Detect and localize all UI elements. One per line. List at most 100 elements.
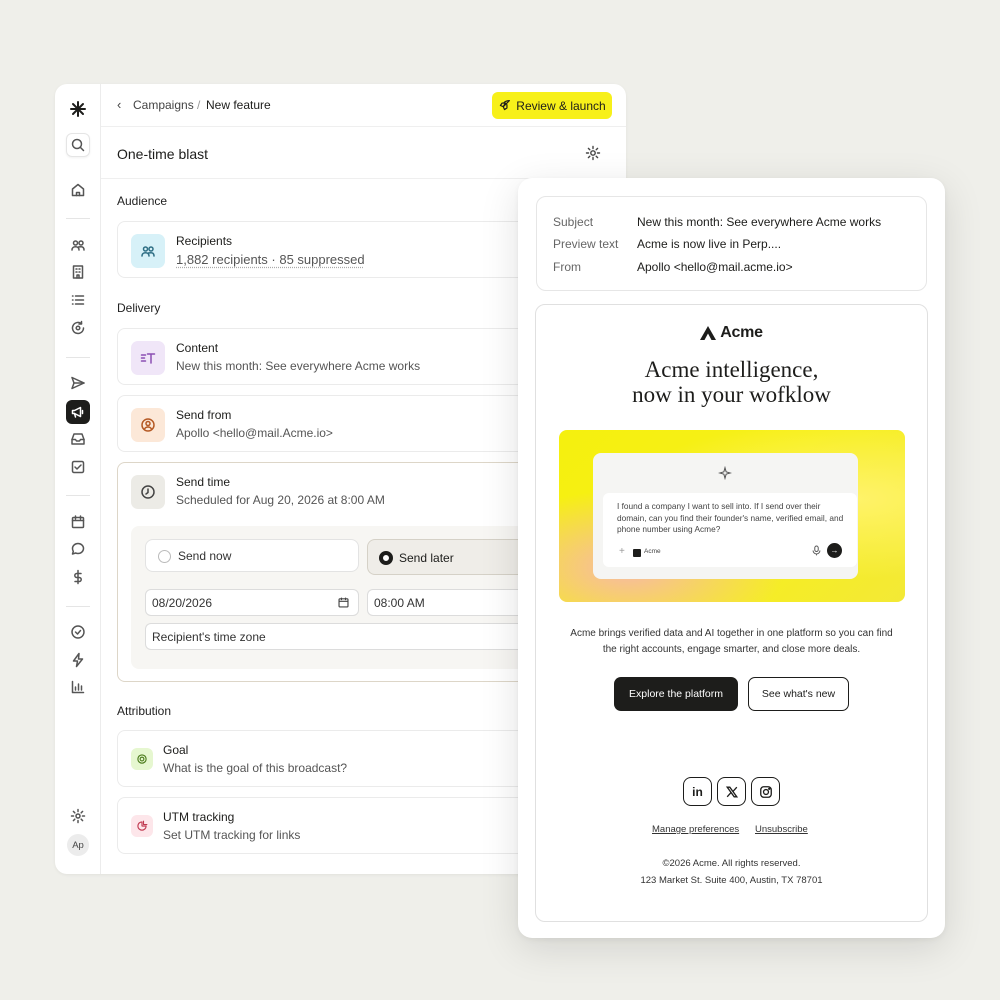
prompt-box: I found a company I want to sell into. I…: [603, 493, 857, 567]
list-icon[interactable]: [67, 289, 89, 311]
target-icon: [131, 748, 153, 770]
clock-icon: [131, 475, 165, 509]
delivery-heading: Delivery: [117, 301, 161, 315]
send-now-option[interactable]: Send now: [145, 539, 359, 572]
checklist-icon[interactable]: [67, 456, 89, 478]
attribution-heading: Attribution: [117, 704, 172, 718]
email-meta: Subject New this month: See everywhere A…: [536, 196, 927, 291]
campaign-title-bar: One-time blast: [101, 127, 626, 179]
headline-line-2: now in your wofklow: [632, 382, 831, 407]
time-value: 08:00 AM: [374, 596, 425, 610]
building-icon[interactable]: [67, 261, 89, 283]
explore-platform-button[interactable]: Explore the platform: [614, 677, 738, 711]
body-line-1: Acme brings verified data and AI togethe…: [570, 628, 893, 639]
prompt-text: I found a company I want to sell into. I…: [617, 501, 844, 534]
logo-asterisk-icon[interactable]: [67, 98, 89, 120]
utm-card[interactable]: UTM tracking Set UTM tracking for links: [117, 797, 577, 854]
audience-heading: Audience: [117, 194, 168, 208]
dollar-icon[interactable]: [67, 566, 89, 588]
send-later-radio[interactable]: [379, 551, 393, 565]
calendar-icon[interactable]: [337, 596, 350, 609]
acme-logo-icon: [700, 326, 717, 340]
rocket-icon: [500, 100, 511, 111]
prompt-chip: Acme: [644, 548, 661, 555]
send-time-value: Scheduled for Aug 20, 2026 at 8:00 AM: [176, 493, 385, 507]
campaign-title: One-time blast: [117, 146, 209, 162]
timezone-value: Recipient's time zone: [152, 630, 266, 644]
see-whats-new-button[interactable]: See what's new: [748, 677, 849, 711]
manage-preferences-link[interactable]: Manage preferences: [652, 824, 739, 835]
utm-value: Set UTM tracking for links: [163, 828, 301, 842]
search-icon[interactable]: [66, 133, 90, 157]
calendar-icon[interactable]: [67, 511, 89, 533]
content-card[interactable]: Content New this month: See everywhere A…: [117, 328, 577, 385]
send-icon[interactable]: [67, 372, 89, 394]
breadcrumb-current: New feature: [206, 98, 271, 112]
review-launch-label: Review & launch: [516, 98, 606, 113]
send-time-label: Send time: [176, 475, 231, 489]
send-from-value: Apollo <hello@mail.Acme.io>: [176, 426, 333, 440]
recipients-card[interactable]: Recipients 1,882 recipients · 85 suppres…: [117, 221, 577, 278]
address-text: 123 Market St. Suite 400, Austin, TX 787…: [640, 874, 823, 886]
subject-value: New this month: See everywhere Acme work…: [637, 215, 882, 229]
microphone-icon: [812, 545, 821, 556]
recipients-label: Recipients: [176, 234, 233, 248]
lightning-icon[interactable]: [67, 649, 89, 671]
plus-icon: +: [619, 546, 625, 557]
settings-gear-icon[interactable]: [585, 145, 603, 163]
send-now-label: Send now: [178, 549, 232, 563]
timezone-select[interactable]: Recipient's time zone: [145, 623, 576, 650]
chat-icon[interactable]: [67, 538, 89, 560]
brand-name: Acme: [720, 324, 763, 341]
email-footer: ©2026 Acme. All rights reserved. 123 Mar…: [536, 856, 927, 889]
top-bar: ‹ Campaigns / New feature Review & launc…: [101, 84, 626, 127]
from-label: From: [553, 260, 581, 274]
check-circle-icon[interactable]: [67, 621, 89, 643]
preview-text-value: Acme is now live in Perp....: [637, 237, 782, 251]
goal-card[interactable]: Goal What is the goal of this broadcast?: [117, 730, 577, 787]
x-twitter-icon[interactable]: [717, 777, 746, 806]
bar-chart-icon[interactable]: [67, 676, 89, 698]
sidebar: Ap: [55, 84, 101, 874]
refresh-search-icon[interactable]: [67, 317, 89, 339]
review-launch-button[interactable]: Review & launch: [492, 92, 612, 119]
people-icon[interactable]: [67, 234, 89, 256]
instagram-icon[interactable]: [751, 777, 780, 806]
preview-text-label: Preview text: [553, 237, 619, 251]
goal-input[interactable]: What is the goal of this broadcast?: [163, 761, 347, 775]
megaphone-icon[interactable]: [66, 400, 90, 424]
goal-label: Goal: [163, 743, 189, 757]
breadcrumb-parent[interactable]: Campaigns: [133, 98, 194, 112]
unsubscribe-link[interactable]: Unsubscribe: [755, 824, 808, 835]
send-from-label: Send from: [176, 408, 232, 422]
avatar[interactable]: Ap: [67, 834, 89, 856]
content-label: Content: [176, 341, 219, 355]
send-from-card[interactable]: Send from Apollo <hello@mail.Acme.io>: [117, 395, 577, 452]
send-now-radio[interactable]: [158, 550, 171, 563]
back-chevron-icon[interactable]: ‹: [117, 97, 121, 112]
from-value: Apollo <hello@mail.acme.io>: [637, 260, 793, 274]
brand-logo: Acme: [536, 324, 927, 342]
user-circle-icon: [131, 408, 165, 442]
gear-icon[interactable]: [67, 805, 89, 827]
acme-chip-icon: [633, 549, 641, 557]
sparkle-icon: [718, 466, 732, 480]
schedule-panel: Send now Send later 08/20/2026 08:00 AM …: [131, 526, 576, 669]
send-arrow-icon: →: [827, 543, 842, 558]
pie-icon: [131, 815, 153, 837]
ai-prompt-mockup: I found a company I want to sell into. I…: [593, 453, 858, 579]
email-body-text: Acme brings verified data and AI togethe…: [536, 626, 927, 657]
copyright-text: ©2026 Acme. All rights reserved.: [662, 858, 801, 869]
email-headline: Acme intelligence, now in your wofklow: [536, 357, 927, 407]
headline-line-1: Acme intelligence,: [644, 357, 819, 382]
email-body: Acme Acme intelligence, now in your wofk…: [535, 304, 928, 922]
inbox-icon[interactable]: [67, 428, 89, 450]
people-icon: [131, 234, 165, 268]
recipients-value[interactable]: 1,882 recipients · 85 suppressed: [176, 252, 365, 267]
subject-label: Subject: [553, 215, 594, 229]
date-field[interactable]: 08/20/2026: [145, 589, 359, 616]
home-icon[interactable]: [67, 179, 89, 201]
email-preview-panel: Subject New this month: See everywhere A…: [518, 178, 945, 938]
linkedin-icon[interactable]: in: [683, 777, 712, 806]
content-value: New this month: See everywhere Acme work…: [176, 359, 421, 373]
